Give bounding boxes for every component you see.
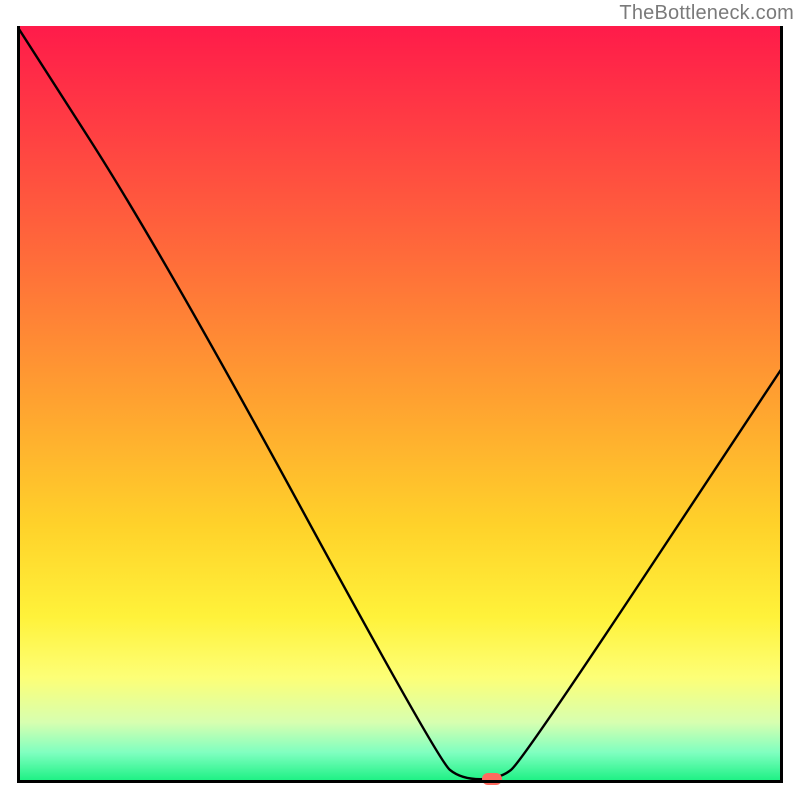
attribution-text: TheBottleneck.com — [619, 2, 794, 25]
plot-area — [17, 26, 783, 783]
bottleneck-curve — [17, 26, 783, 783]
chart-frame: TheBottleneck.com — [0, 0, 800, 800]
optimum-marker — [482, 773, 502, 785]
